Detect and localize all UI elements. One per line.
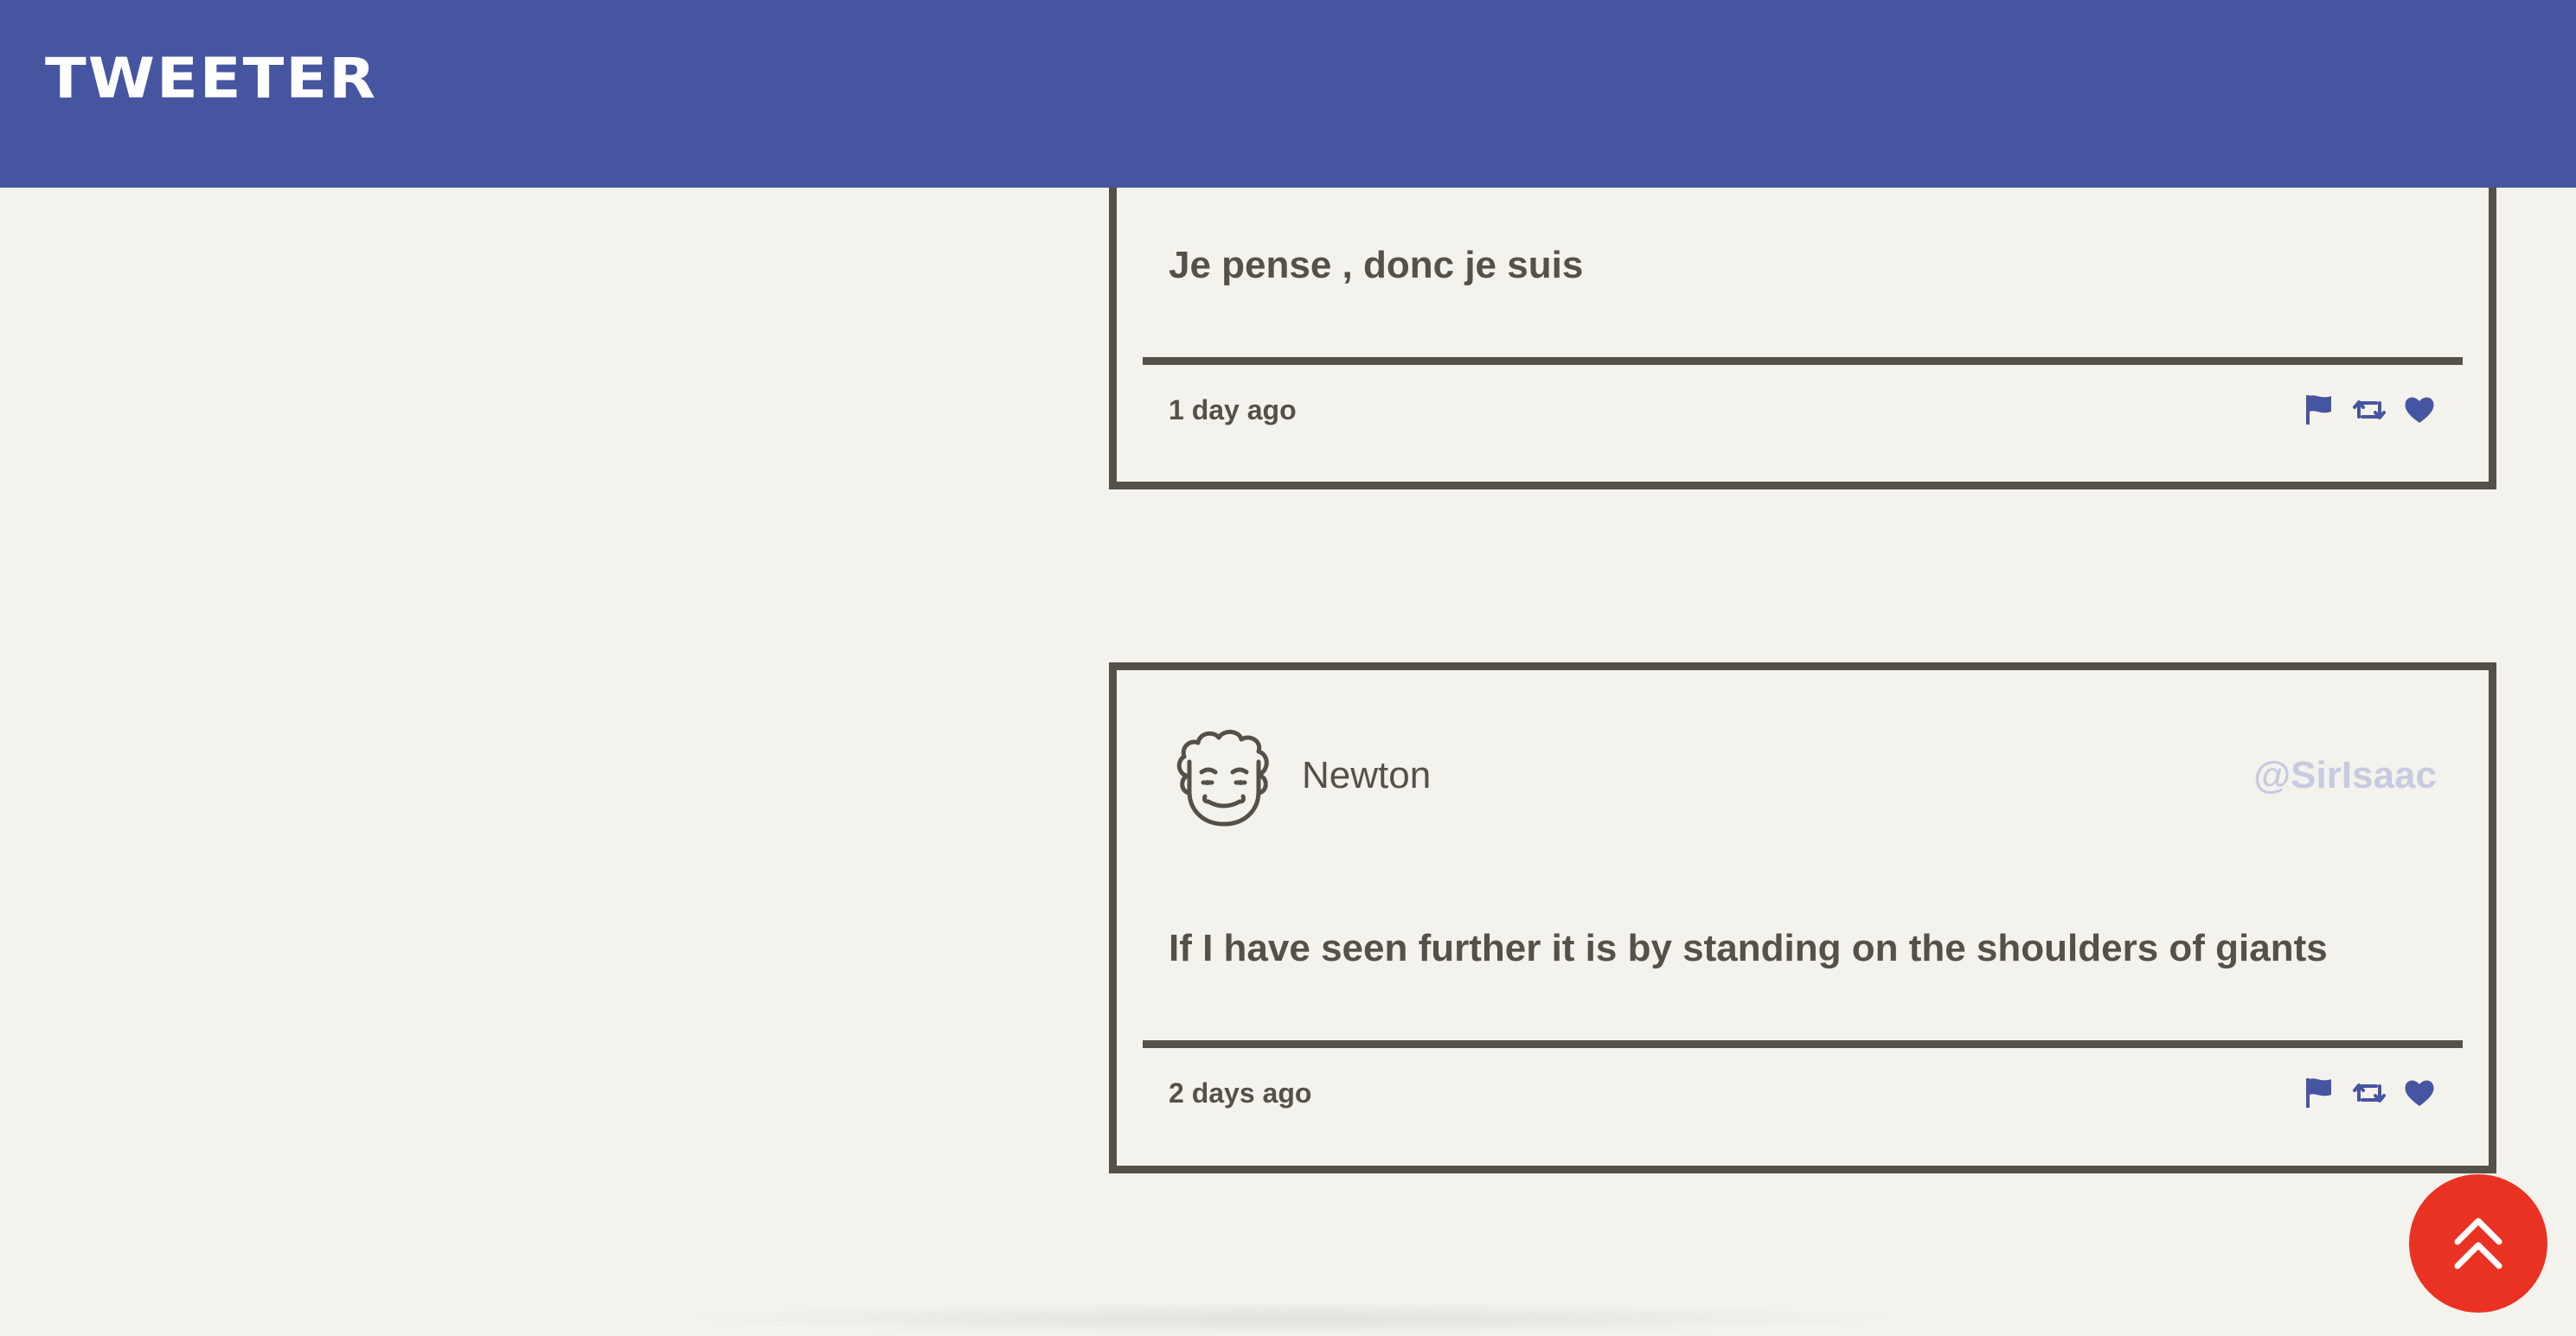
tweet-actions <box>2302 1076 2437 1110</box>
tweet-timestamp: 1 day ago <box>1169 394 1297 425</box>
compose-panel-shadow <box>657 1301 1920 1336</box>
top-navbar: TWEETER <box>0 0 2576 188</box>
retweet-icon[interactable] <box>2352 393 2387 427</box>
tweet-text: Je pense , donc je suis <box>1169 244 1584 286</box>
tweet-text: If I have seen further it is by standing… <box>1169 927 2328 969</box>
scroll-to-top-button[interactable] <box>2409 1174 2547 1313</box>
newton-avatar-icon <box>1170 722 1278 829</box>
author-handle: @SirIsaac <box>2253 754 2437 796</box>
brand-logo[interactable]: TWEETER <box>45 50 377 105</box>
tweet-divider <box>1143 357 2463 365</box>
heart-icon[interactable] <box>2402 1076 2437 1110</box>
flag-icon[interactable] <box>2302 1076 2336 1110</box>
tweet-timestamp: 2 days ago <box>1169 1077 1312 1109</box>
tweet-actions <box>2302 393 2437 427</box>
retweet-icon[interactable] <box>2352 1076 2387 1110</box>
author-name: Newton <box>1302 754 1432 796</box>
heart-icon[interactable] <box>2402 393 2437 427</box>
tweet-card: Newton @SirIsaac If I have seen further … <box>1109 662 2496 1173</box>
tweet-divider <box>1143 1040 2463 1048</box>
flag-icon[interactable] <box>2302 393 2336 427</box>
double-chevron-up-icon <box>2454 1218 2502 1269</box>
